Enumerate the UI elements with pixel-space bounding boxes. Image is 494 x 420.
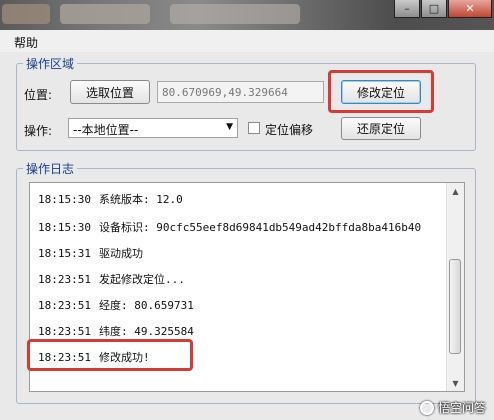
log-line: 18:15:31 驱动成功 bbox=[38, 247, 143, 260]
pick-position-button[interactable]: 选取位置 bbox=[70, 80, 150, 104]
watermark-text: 悟空问答 bbox=[437, 401, 486, 415]
close-icon[interactable]: ✕ bbox=[448, 0, 492, 18]
arrow-down-icon[interactable]: ▼ bbox=[447, 375, 464, 391]
operation-select-value: --本地位置-- bbox=[73, 123, 139, 137]
log-group-title: 操作日志 bbox=[23, 160, 78, 177]
menu-bar: 帮助 bbox=[0, 30, 494, 52]
log-line: 18:15:30 设备标识: 90cfc55eef8d69841db549ad42… bbox=[38, 221, 422, 234]
window-title-blurred bbox=[60, 4, 150, 24]
title-bar: – □ ✕ bbox=[0, 0, 494, 30]
offset-checkbox[interactable] bbox=[248, 122, 260, 134]
coordinates-field[interactable] bbox=[157, 81, 324, 103]
window-controls: – □ ✕ bbox=[393, 0, 492, 20]
log-scrollbar[interactable]: ▲ ▼ bbox=[446, 183, 464, 391]
log-line: 18:23:51 发起修改定位... bbox=[38, 273, 185, 286]
operation-label: 操作: bbox=[24, 124, 53, 138]
highlight-box-modify-button bbox=[328, 70, 434, 113]
operation-select[interactable]: --本地位置-- ▼ bbox=[68, 118, 238, 138]
watermark-logo-icon bbox=[419, 400, 434, 415]
chevron-down-icon: ▼ bbox=[226, 122, 233, 132]
arrow-up-icon[interactable]: ▲ bbox=[447, 183, 464, 199]
position-label: 位置: bbox=[24, 88, 53, 102]
menu-item-help[interactable]: 帮助 bbox=[14, 34, 38, 51]
offset-checkbox-label: 定位偏移 bbox=[265, 123, 314, 137]
log-line: 18:15:30 系统版本: 12.0 bbox=[38, 193, 183, 206]
log-line: 18:23:51 纬度: 49.325584 bbox=[38, 325, 194, 338]
operation-group-title: 操作区域 bbox=[23, 55, 78, 72]
watermark: 悟空问答 bbox=[419, 399, 486, 416]
log-line: 18:23:51 经度: 80.659731 bbox=[38, 299, 194, 312]
scrollbar-thumb[interactable] bbox=[449, 259, 461, 354]
app-icon bbox=[2, 4, 50, 24]
title-decoration bbox=[170, 4, 300, 24]
maximize-icon[interactable]: □ bbox=[421, 0, 447, 18]
minimize-icon[interactable]: – bbox=[394, 0, 420, 18]
restore-location-button[interactable]: 还原定位 bbox=[341, 117, 421, 140]
highlight-box-success bbox=[27, 339, 193, 371]
